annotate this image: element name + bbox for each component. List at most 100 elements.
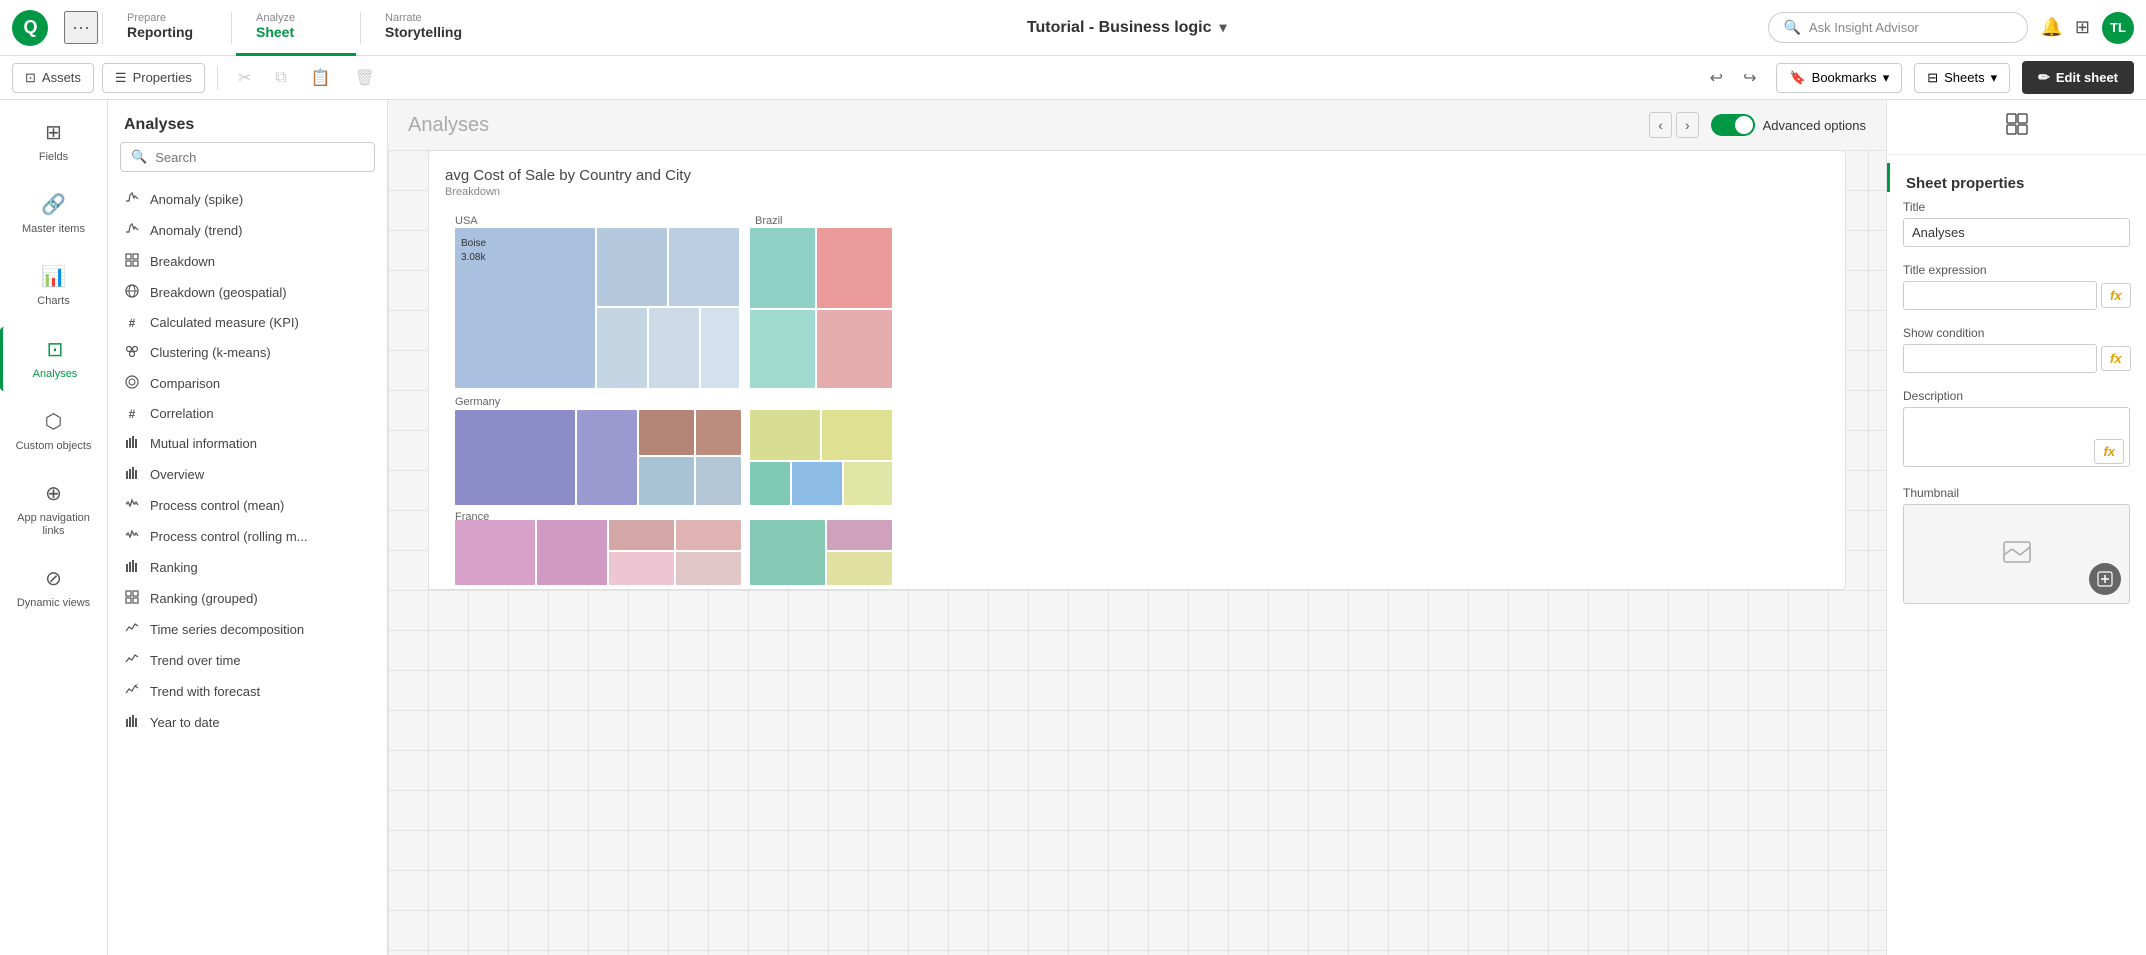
analysis-label-proc-rolling: Process control (rolling m...: [150, 529, 308, 544]
bookmarks-button[interactable]: 🔖 Bookmarks ▾: [1776, 63, 1902, 93]
left-sidebar: ⊞ Fields 🔗 Master items 📊 Charts ⊡ Analy…: [0, 100, 108, 955]
title-expression-input[interactable]: [1903, 281, 2097, 310]
analysis-item-proc-rolling[interactable]: Process control (rolling m...: [108, 521, 387, 552]
title-expression-fx-button[interactable]: fx: [2101, 283, 2131, 308]
analysis-item-mutual-info[interactable]: Mutual information: [108, 428, 387, 459]
nav-divider-3: [360, 12, 361, 44]
year-to-date-icon: [124, 714, 140, 731]
charts-icon: 📊: [41, 264, 66, 289]
analysis-item-clustering[interactable]: Clustering (k-means): [108, 337, 387, 368]
toggle-thumb: [1735, 116, 1753, 134]
analysis-item-overview[interactable]: Overview: [108, 459, 387, 490]
analyses-panel-header: Analyses: [108, 100, 387, 142]
france-block-6: [676, 552, 741, 585]
more-menu-button[interactable]: ···: [64, 11, 98, 44]
qlik-logo-icon[interactable]: Q: [12, 10, 48, 46]
analyses-search-bar[interactable]: 🔍: [120, 142, 375, 172]
delete-button[interactable]: 🗑: [347, 64, 383, 92]
nav-narrate-main: Storytelling: [385, 24, 465, 40]
brazil-block-4: [817, 310, 892, 388]
sidebar-item-master-items[interactable]: 🔗 Master items: [0, 182, 107, 246]
analysis-item-ranking[interactable]: Ranking: [108, 552, 387, 583]
sidebar-item-charts[interactable]: 📊 Charts: [0, 254, 107, 318]
analysis-item-comparison[interactable]: Comparison: [108, 368, 387, 399]
sheet-properties-title-wrapper: Sheet properties: [1887, 163, 2146, 192]
nav-analyze-small: Analyze: [256, 12, 336, 24]
custom-objects-icon: ⬡: [45, 409, 62, 434]
analysis-item-breakdown[interactable]: Breakdown: [108, 246, 387, 277]
thumbnail-area[interactable]: [1903, 504, 2130, 604]
thumbnail-placeholder-icon: [2003, 541, 2031, 568]
overview-icon: [124, 466, 140, 483]
sheet-properties-title: Sheet properties: [1906, 175, 2024, 192]
thumbnail-upload-button[interactable]: [2089, 563, 2121, 595]
nav-prepare-main: Reporting: [127, 24, 207, 40]
usa-block-4: [597, 308, 647, 388]
nav-prepare[interactable]: Prepare Reporting: [107, 0, 227, 56]
analyses-search-input[interactable]: [155, 150, 364, 165]
cut-button[interactable]: ✂: [230, 64, 259, 92]
usa-block-2: [597, 228, 667, 306]
sheet-nav-next-button[interactable]: ›: [1676, 112, 1699, 138]
sidebar-item-label-dynamic-views: Dynamic views: [17, 597, 90, 610]
analysis-label-time-series: Time series decomposition: [150, 622, 304, 637]
assets-button[interactable]: ⊡ Assets: [12, 63, 94, 93]
properties-button[interactable]: ☰ Properties: [102, 63, 205, 93]
analysis-item-anomaly-trend[interactable]: Anomaly (trend): [108, 215, 387, 246]
sheet-nav-arrows: ‹ ›: [1649, 112, 1698, 138]
dynamic-views-icon: ⊘: [45, 566, 62, 591]
edit-sheet-button[interactable]: ✏ Edit sheet: [2022, 61, 2134, 94]
toggle-switch[interactable]: [1711, 114, 1755, 136]
brazil-block-2: [817, 228, 892, 308]
app-grid-icon[interactable]: ⊞: [2075, 17, 2090, 38]
notifications-icon[interactable]: 🔔: [2040, 17, 2062, 38]
sheet-nav-prev-button[interactable]: ‹: [1649, 112, 1672, 138]
analysis-item-year-to-date[interactable]: Year to date: [108, 707, 387, 738]
app-title-area: Tutorial - Business logic ▾: [485, 19, 1769, 37]
show-condition-fx-button[interactable]: fx: [2101, 346, 2131, 371]
nav-analyze[interactable]: Analyze Sheet: [236, 0, 356, 56]
sidebar-item-analyses[interactable]: ⊡ Analyses: [0, 327, 107, 391]
analysis-item-anomaly-spike[interactable]: Anomaly (spike): [108, 184, 387, 215]
sheet-canvas[interactable]: avg Cost of Sale by Country and City Bre…: [388, 150, 1886, 955]
analysis-item-trend-time[interactable]: Trend over time: [108, 645, 387, 676]
analysis-item-trend-forecast[interactable]: Trend with forecast: [108, 676, 387, 707]
sidebar-item-label-charts: Charts: [37, 295, 69, 308]
sidebar-item-custom-objects[interactable]: ⬡ Custom objects: [0, 399, 107, 463]
analysis-item-breakdown-geo[interactable]: Breakdown (geospatial): [108, 277, 387, 308]
show-condition-input[interactable]: [1903, 344, 2097, 373]
paste-button[interactable]: 📋: [303, 64, 339, 92]
sidebar-item-dynamic-views[interactable]: ⊘ Dynamic views: [0, 556, 107, 620]
analysis-label-correlation: Correlation: [150, 406, 214, 421]
analysis-label-year-to-date: Year to date: [150, 715, 220, 730]
analysis-label-anomaly-spike: Anomaly (spike): [150, 192, 243, 207]
top-nav: Q ··· Prepare Reporting Analyze Sheet Na…: [0, 0, 2146, 56]
analysis-item-correlation[interactable]: # Correlation: [108, 399, 387, 428]
undo-button[interactable]: ↩: [1702, 64, 1731, 92]
analysis-label-clustering: Clustering (k-means): [150, 345, 271, 360]
germany-brazil-2-4: [792, 462, 842, 505]
title-input[interactable]: [1903, 218, 2130, 247]
show-condition-section: Show condition fx: [1887, 318, 2146, 381]
analysis-item-ranking-grouped[interactable]: Ranking (grouped): [108, 583, 387, 614]
analysis-item-proc-mean[interactable]: Process control (mean): [108, 490, 387, 521]
germany-block-2: [577, 410, 637, 505]
properties-label: Properties: [133, 70, 192, 85]
second-toolbar: ⊡ Assets ☰ Properties ✂ ⧉ 📋 🗑 ↩ ↪ 🔖 Book…: [0, 56, 2146, 100]
insight-advisor-search[interactable]: 🔍 Ask Insight Advisor: [1768, 12, 2028, 43]
sidebar-item-app-nav[interactable]: ⊕ App navigation links: [0, 471, 107, 548]
nav-divider-2: [231, 12, 232, 44]
advanced-options-toggle[interactable]: Advanced options: [1711, 114, 1866, 136]
user-avatar[interactable]: TL: [2102, 12, 2134, 44]
nav-narrate[interactable]: Narrate Storytelling: [365, 0, 485, 56]
analysis-item-time-series[interactable]: Time series decomposition: [108, 614, 387, 645]
sidebar-item-fields[interactable]: ⊞ Fields: [0, 110, 107, 174]
analysis-item-calc-measure[interactable]: # Calculated measure (KPI): [108, 308, 387, 337]
app-title-chevron-icon[interactable]: ▾: [1220, 19, 1227, 36]
toolbar-divider-1: [217, 66, 218, 90]
copy-button[interactable]: ⧉: [267, 65, 294, 91]
france-brazil-3-3: [827, 552, 892, 585]
sheets-button[interactable]: ⊟ Sheets ▾: [1914, 63, 2010, 93]
description-fx-button[interactable]: fx: [2094, 439, 2124, 464]
redo-button[interactable]: ↪: [1735, 64, 1764, 92]
